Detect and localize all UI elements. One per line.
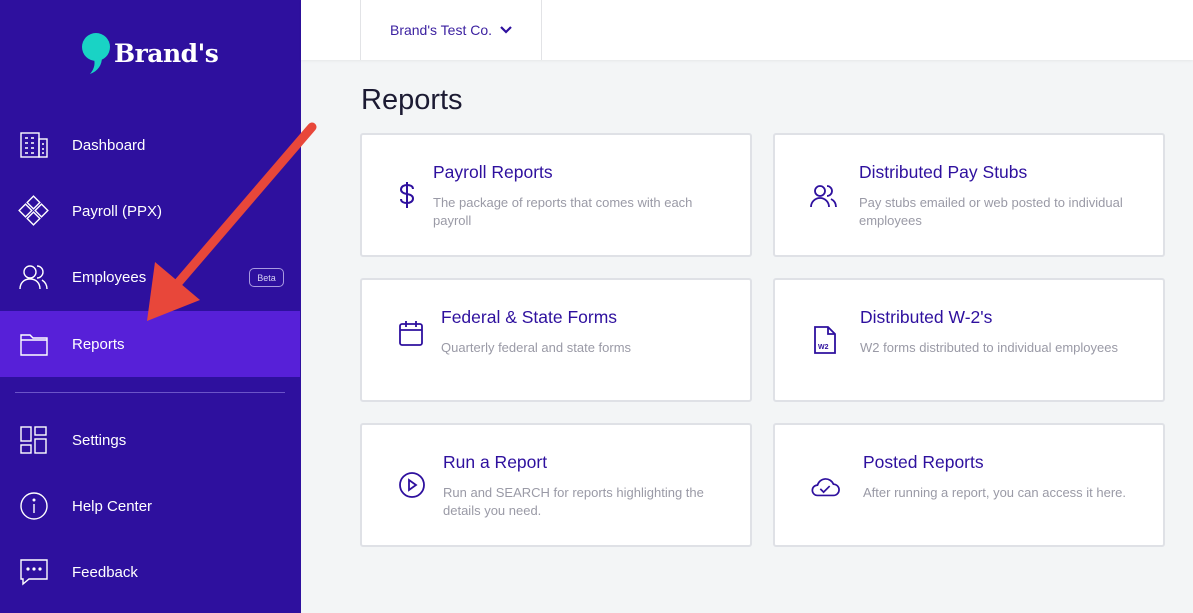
card-payroll-reports[interactable]: Payroll Reports The package of reports t… [360, 133, 752, 257]
quote-logo-icon [82, 33, 110, 74]
card-distributed-pay-stubs[interactable]: Distributed Pay Stubs Pay stubs emailed … [773, 133, 1165, 257]
card-distributed-w2s[interactable]: W2 Distributed W-2's W2 forms distribute… [773, 278, 1165, 402]
sidebar-item-feedback[interactable]: Feedback [0, 539, 300, 605]
brand-logo[interactable]: Brand's [80, 30, 219, 76]
card-posted-reports[interactable]: Posted Reports After running a report, y… [773, 423, 1165, 547]
folder-icon [18, 329, 50, 359]
people-icon [809, 181, 839, 211]
sidebar-item-label: Employees [72, 268, 147, 286]
sidebar-item-label: Payroll (PPX) [72, 202, 163, 220]
card-title: Federal & State Forms [441, 307, 618, 327]
company-name: Brand's Test Co. [389, 22, 493, 38]
dollar-icon [392, 180, 422, 210]
card-description: After running a report, you can access i… [863, 485, 1127, 500]
beta-badge: Beta [249, 268, 284, 287]
card-title: Posted Reports [863, 452, 984, 472]
diamond-cluster-icon [18, 195, 50, 226]
company-selector[interactable]: Brand's Test Co. [360, 0, 542, 60]
sidebar-item-label: Dashboard [72, 136, 146, 154]
info-icon [18, 491, 50, 521]
sidebar-item-label: Help Center [72, 497, 153, 515]
sidebar-item-dashboard[interactable]: Dashboard [0, 112, 300, 178]
brand-name: Brand's [114, 38, 219, 68]
grid-icon [18, 425, 50, 455]
sidebar-item-label: Reports [72, 335, 125, 353]
card-description: Pay stubs emailed or web posted to indiv… [859, 195, 1123, 228]
w2-icon-label: W2 [818, 344, 829, 351]
card-description: Quarterly federal and state forms [441, 340, 632, 355]
sidebar-item-settings[interactable]: Settings [0, 407, 300, 473]
sidebar: Brand's Dashboard Payroll (PPX) Employee… [0, 0, 301, 613]
sidebar-item-label: Settings [72, 431, 127, 449]
cloud-check-icon [810, 472, 840, 502]
card-run-a-report[interactable]: Run a Report Run and SEARCH for reports … [360, 423, 752, 547]
play-circle-icon [397, 470, 427, 500]
card-title: Distributed W-2's [860, 307, 993, 327]
card-federal-state-forms[interactable]: Federal & State Forms Quarterly federal … [360, 278, 752, 402]
w2-document-icon: W2 [810, 325, 840, 355]
chat-icon [18, 557, 50, 587]
people-icon [18, 262, 50, 292]
card-description: W2 forms distributed to individual emplo… [860, 340, 1118, 355]
card-title: Distributed Pay Stubs [859, 162, 1028, 182]
sidebar-item-help-center[interactable]: Help Center [0, 473, 300, 539]
page-title: Reports [361, 84, 463, 116]
chevron-down-icon [500, 26, 512, 34]
topbar: Brand's Test Co. [301, 0, 1193, 60]
sidebar-item-reports[interactable]: Reports [0, 311, 300, 377]
sidebar-item-payroll[interactable]: Payroll (PPX) [0, 178, 300, 244]
sidebar-divider [15, 392, 285, 393]
sidebar-item-label: Feedback [72, 563, 138, 581]
calendar-icon [396, 318, 426, 348]
card-title: Run a Report [443, 452, 548, 472]
card-title: Payroll Reports [433, 162, 553, 182]
sidebar-item-employees[interactable]: Employees Beta [0, 244, 300, 310]
card-description: Run and SEARCH for reports highlighting … [443, 485, 704, 518]
card-description: The package of reports that comes with e… [433, 195, 693, 228]
building-icon [18, 130, 50, 160]
